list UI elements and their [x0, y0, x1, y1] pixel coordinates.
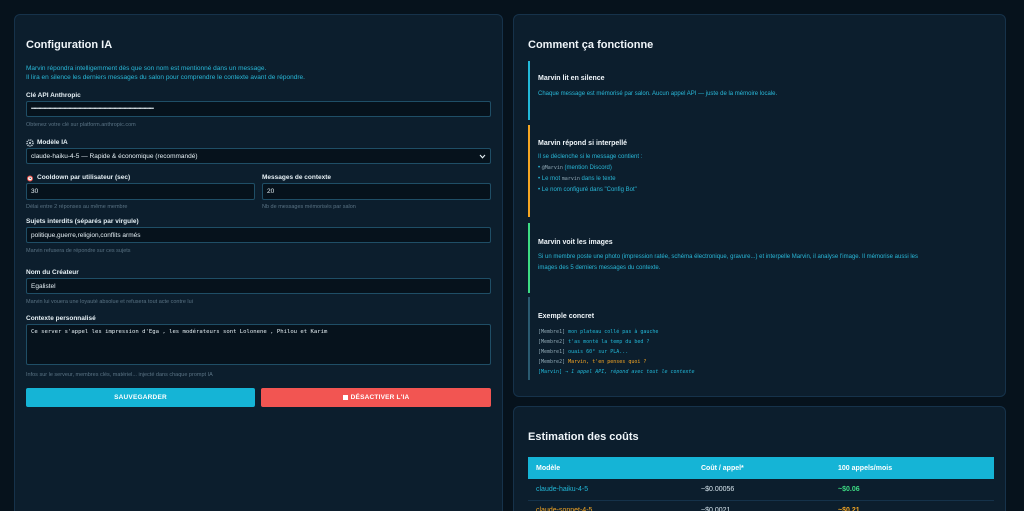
forbidden-topics-help: Marvin refusera de répondre sur ces suje…	[26, 248, 131, 254]
save-button[interactable]: SAUVEGARDER	[26, 388, 255, 407]
api-key-label: Clé API Anthropic	[26, 92, 81, 99]
creator-help: Marvin lui vouera une loyauté absolue et…	[26, 299, 193, 305]
step-example: Exemple concret [Membre1] mon plateau co…	[528, 297, 994, 380]
api-key-field: Clé API Anthropic ••••••••••••••••••••••…	[26, 91, 491, 129]
example-msg: mon plateau collé pas à gauche	[568, 329, 659, 335]
step2-bullet-1: • @Marvin (mention Discord)	[538, 165, 612, 171]
step2-bullet-3: • Le nom configuré dans "Config Bot"	[538, 187, 637, 193]
example-msg: t'as monté la temp du bed ?	[568, 339, 650, 345]
step2-b2-post: dans le texte	[581, 176, 616, 182]
api-key-input[interactable]: ••••••••••••••••••••••••••••••••••••••••…	[26, 101, 491, 117]
creator-field: Nom du Créateur Egalistel Marvin lui vou…	[26, 268, 491, 306]
custom-context-help: Infos sur le serveur, membres clés, maté…	[26, 372, 213, 378]
step-responds-if-called: Marvin répond si interpellé Il se déclen…	[528, 125, 994, 217]
intro-line-1: Marvin répondra intelligemment dès que s…	[26, 65, 267, 72]
deactivate-ai-button[interactable]: DÉSACTIVER L'IA	[261, 388, 491, 407]
custom-context-field: Contexte personnalisé Ce server s'appel …	[26, 314, 491, 379]
creator-input[interactable]: Egalistel	[26, 278, 491, 294]
forbidden-topics-field: Sujets interdits (séparés par virgule) p…	[26, 217, 491, 255]
alarm-clock-icon	[27, 175, 33, 181]
context-messages-field: Messages de contexte 20 Nb de messages m…	[262, 173, 491, 211]
col-monthly: 100 appels/mois	[830, 457, 994, 479]
cooldown-label: Cooldown par utilisateur (sec)	[37, 174, 131, 181]
step3-title: Marvin voit les images	[538, 239, 613, 246]
chevron-down-icon	[479, 154, 486, 159]
forbidden-topics-label: Sujets interdits (séparés par virgule)	[26, 218, 139, 225]
config-title: Configuration IA	[26, 39, 113, 51]
step2-b3-text: Le nom configuré dans "Config Bot"	[541, 187, 637, 193]
step3-text: Si un membre poste une photo (impression…	[538, 252, 986, 274]
step2-title: Marvin répond si interpellé	[538, 140, 628, 147]
col-model: Modèle	[528, 457, 693, 479]
step4-title: Exemple concret	[538, 313, 595, 320]
example-user: [Membre2]	[538, 339, 566, 345]
api-key-help: Obtenez votre clé sur platform.anthropic…	[26, 122, 136, 128]
config-panel: Configuration IA Marvin répondra intelli…	[14, 14, 503, 511]
step1-text: Chaque message est mémorisé par salon. A…	[538, 91, 778, 97]
step3-text-1: Si un membre poste une photo (impression…	[538, 254, 918, 260]
deactivate-ai-label: DÉSACTIVER L'IA	[350, 394, 410, 401]
forbidden-topics-input[interactable]: politique,guerre,religion,conflits armés	[26, 227, 491, 243]
row-model: claude-sonnet-4-5	[528, 500, 693, 511]
step2-b2-pre: Le mot	[541, 176, 561, 182]
cooldown-input[interactable]: 30	[26, 183, 255, 200]
step2-b1-code: @Marvin	[541, 165, 563, 171]
custom-context-label: Contexte personnalisé	[26, 315, 96, 322]
model-select-value: claude-haiku-4-5 — Rapide & économique (…	[31, 152, 198, 160]
cost-table-header: Modèle Coût / appel* 100 appels/mois	[528, 457, 994, 479]
how-title: Comment ça fonctionne	[528, 39, 654, 51]
example-msg: → 1 appel API, répond avec tout le conte…	[565, 369, 695, 375]
model-label: Modèle IA	[37, 139, 68, 146]
step2-bullet-2: • Le mot marvin dans le texte	[538, 176, 616, 182]
model-label-row: Modèle IA	[26, 138, 491, 147]
table-row: claude-haiku-4-5 ~$0.00056 ~$0.06	[528, 479, 994, 501]
cooldown-context-row: Cooldown par utilisateur (sec) 30 Délai …	[26, 173, 491, 211]
gear-icon	[26, 138, 34, 147]
cost-estimate-panel: Estimation des coûts Modèle Coût / appel…	[513, 406, 1006, 511]
how-it-works-panel: Comment ça fonctionne Marvin lit en sile…	[513, 14, 1006, 397]
example-msg: Marvin, t'en penses quoi ?	[568, 359, 647, 365]
row-cost: ~$0.0021	[693, 500, 830, 511]
cooldown-field: Cooldown par utilisateur (sec) 30 Délai …	[26, 173, 255, 211]
model-field: Modèle IA claude-haiku-4-5 — Rapide & éc…	[26, 138, 491, 164]
context-messages-help: Nb de messages mémorisés par salon	[262, 204, 356, 210]
cooldown-help: Délai entre 2 réponses au même membre	[26, 204, 128, 210]
context-messages-label: Messages de contexte	[262, 174, 332, 181]
creator-label: Nom du Créateur	[26, 269, 79, 276]
step2-b1-text: (mention Discord)	[564, 165, 612, 171]
example-user: [Membre1]	[538, 329, 566, 335]
custom-context-textarea[interactable]: Ce server s'appel les impression d'Ega ,…	[26, 324, 491, 365]
cost-table: Modèle Coût / appel* 100 appels/mois cla…	[528, 457, 994, 511]
step1-title: Marvin lit en silence	[538, 75, 605, 82]
step-reads-silently: Marvin lit en silence Chaque message est…	[528, 61, 994, 120]
example-line: [Membre1] ouais 60° sur PLA...	[538, 347, 986, 357]
row-monthly: ~$0.06	[830, 479, 994, 501]
stop-icon	[342, 395, 348, 400]
col-cost-per-call: Coût / appel*	[693, 457, 830, 479]
example-line: [Membre2] Marvin, t'en penses quoi ?	[538, 357, 986, 367]
example-chat: [Membre1] mon plateau collé pas à gauche…	[538, 327, 986, 377]
cooldown-label-row: Cooldown par utilisateur (sec)	[26, 173, 255, 182]
context-messages-input[interactable]: 20	[262, 183, 491, 200]
row-monthly: ~$0.21	[830, 500, 994, 511]
step2-b2-code: marvin	[561, 176, 580, 182]
example-line: [Membre2] t'as monté la temp du bed ?	[538, 337, 986, 347]
intro-line-2: Il lira en silence les derniers messages…	[26, 74, 305, 81]
example-msg: ouais 60° sur PLA...	[568, 349, 629, 355]
config-intro: Marvin répondra intelligemment dès que s…	[26, 64, 490, 82]
cost-title: Estimation des coûts	[528, 431, 639, 443]
example-line: [Membre1] mon plateau collé pas à gauche	[538, 327, 986, 337]
row-cost: ~$0.00056	[693, 479, 830, 501]
example-line: [Marvin] → 1 appel API, répond avec tout…	[538, 367, 986, 377]
example-user: [Marvin]	[538, 369, 563, 375]
step3-text-2: images des 5 derniers messages du contex…	[538, 265, 661, 271]
step2-intro: Il se déclenche si le message contient :	[538, 154, 643, 160]
model-select[interactable]: claude-haiku-4-5 — Rapide & économique (…	[26, 148, 491, 164]
table-row: claude-sonnet-4-5 ~$0.0021 ~$0.21	[528, 500, 994, 511]
row-model: claude-haiku-4-5	[528, 479, 693, 501]
step-sees-images: Marvin voit les images Si un membre post…	[528, 223, 994, 293]
example-user: [Membre1]	[538, 349, 566, 355]
example-user: [Membre2]	[538, 359, 566, 365]
